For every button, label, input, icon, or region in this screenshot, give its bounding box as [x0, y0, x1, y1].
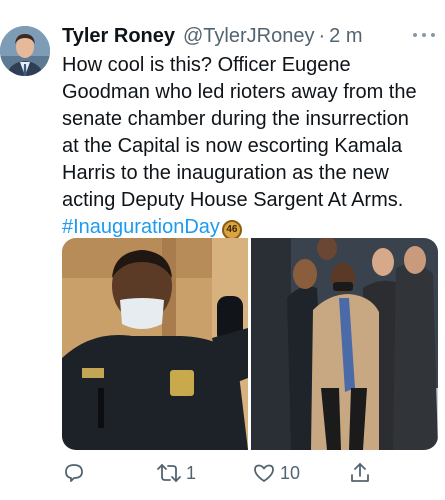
share-icon	[348, 461, 372, 485]
media-grid	[62, 238, 438, 450]
tweet-text-line: How cool is this? Officer Eugene	[62, 54, 351, 76]
share-button[interactable]	[348, 461, 388, 485]
heart-icon	[252, 461, 276, 485]
author-handle[interactable]: @TylerJRoney	[183, 22, 314, 50]
tweet-text-line: senate chamber during the insurrection	[62, 108, 409, 130]
more-options-icon[interactable]	[413, 30, 435, 40]
tweet-text-line: at the Capital is now escorting Kamala	[62, 135, 403, 157]
tweet-header: Tyler Roney @TylerJRoney · 2 m	[62, 22, 435, 50]
photo-escort[interactable]	[251, 238, 438, 450]
tweet-text-line: acting Deputy House Sargent At Arms.	[62, 189, 404, 211]
retweet-count: 1	[186, 462, 197, 483]
tweet-text: How cool is this? Officer Eugene Goodman…	[62, 52, 440, 241]
action-bar: 1 10	[62, 458, 438, 488]
tweet-text-line: Harris to the inauguration as the new	[62, 162, 389, 184]
reply-icon	[62, 461, 86, 485]
retweet-icon	[156, 461, 182, 485]
timestamp[interactable]: 2 m	[329, 22, 362, 50]
tweet[interactable]: Tyler Roney @TylerJRoney · 2 m How cool …	[0, 0, 445, 500]
like-button[interactable]: 10	[252, 461, 348, 485]
photo-officer[interactable]	[62, 238, 248, 450]
like-count: 10	[280, 462, 301, 483]
retweet-button[interactable]: 1	[156, 461, 252, 485]
separator-dot: ·	[318, 25, 326, 47]
reply-button[interactable]	[62, 461, 156, 485]
hashtag-line: #InaugurationDay 46	[62, 214, 440, 241]
avatar[interactable]	[0, 26, 50, 76]
tweet-text-line: Goodman who led rioters away from the	[62, 81, 417, 103]
emoji-46-icon: 46	[221, 220, 242, 240]
hashtag-link[interactable]: #InaugurationDay	[62, 216, 220, 238]
author-name[interactable]: Tyler Roney	[62, 22, 175, 50]
